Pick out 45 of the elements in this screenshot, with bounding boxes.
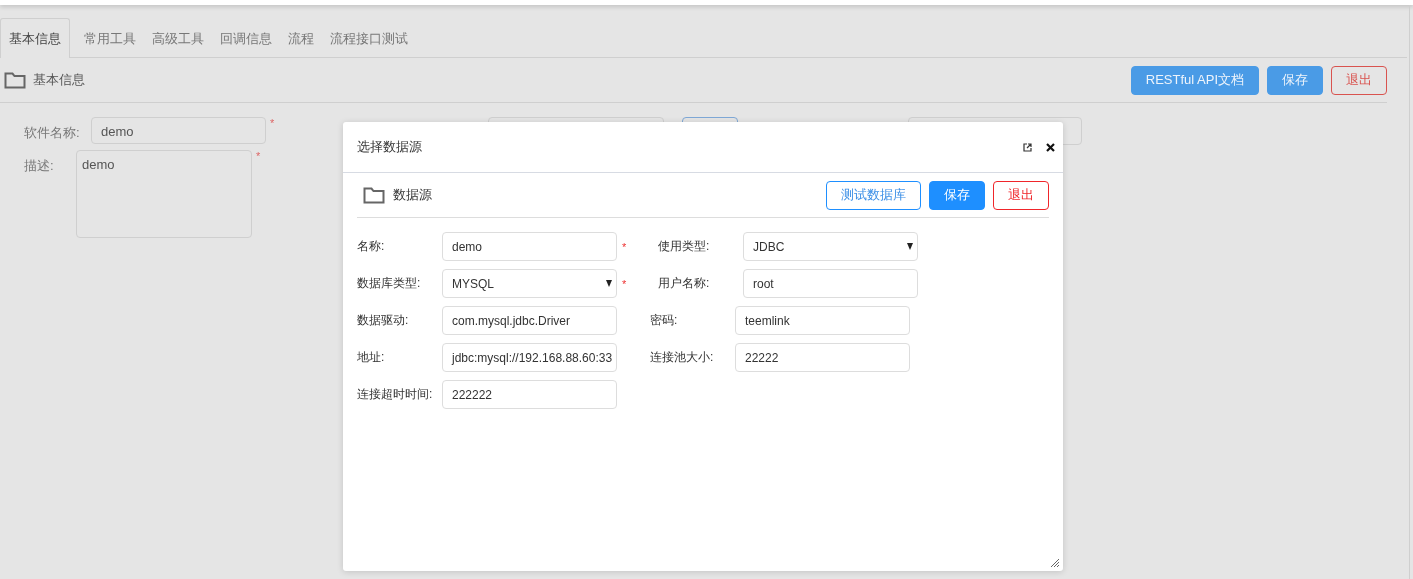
- action-button[interactable]: 保存: [929, 180, 985, 210]
- field-label: 数据驱动:: [357, 312, 410, 329]
- required-mark: *: [270, 117, 275, 129]
- field-label: 使用类型:: [658, 238, 711, 255]
- input-field[interactable]: 22222: [735, 343, 910, 372]
- input-field[interactable]: root: [743, 269, 918, 298]
- field-label: 名称:: [357, 238, 386, 255]
- field-label: 数据库类型:: [357, 275, 422, 292]
- field-label: 软件名称:: [24, 124, 81, 142]
- field-label: 密码:: [650, 312, 679, 329]
- input-field[interactable]: 222222: [442, 380, 617, 409]
- select-field[interactable]: JDBC: [743, 232, 918, 261]
- panel-title: 基本信息: [33, 71, 85, 89]
- tab[interactable]: 流程接口测试: [322, 18, 416, 58]
- dialog-title: 选择数据源: [357, 138, 422, 156]
- close-icon[interactable]: [1046, 142, 1055, 152]
- required-mark: *: [622, 277, 628, 290]
- tab[interactable]: 基本信息: [0, 18, 70, 58]
- section-title: 数据源: [393, 186, 432, 204]
- exit-button[interactable]: 退出: [1331, 65, 1387, 95]
- caret-icon: [606, 280, 612, 287]
- folder-icon: [363, 186, 385, 204]
- input-field[interactable]: com.mysql.jdbc.Driver: [442, 306, 617, 335]
- input-field[interactable]: teemlink: [735, 306, 910, 335]
- tab[interactable]: 高级工具: [144, 18, 212, 58]
- caret-icon: [907, 243, 913, 250]
- field-label: 连接超时时间:: [357, 386, 434, 403]
- select-field[interactable]: MYSQL: [442, 269, 617, 298]
- input-field[interactable]: demo: [442, 232, 617, 261]
- field-label: 用户名称:: [658, 275, 711, 292]
- field-label: 连接池大小:: [650, 349, 715, 366]
- action-button[interactable]: 测试数据库: [826, 180, 921, 210]
- required-mark: *: [256, 150, 261, 162]
- tab[interactable]: 常用工具: [76, 18, 144, 58]
- tab[interactable]: 流程: [280, 18, 322, 58]
- required-mark: *: [622, 240, 628, 253]
- textarea-field[interactable]: demo: [76, 150, 252, 238]
- field-label: 地址:: [357, 349, 386, 366]
- external-link-icon[interactable]: [1023, 142, 1032, 152]
- input-field[interactable]: jdbc:mysql://192.168.88.60:33: [442, 343, 617, 372]
- resize-handle-icon[interactable]: [1050, 558, 1060, 568]
- folder-icon: [4, 71, 26, 89]
- exit-button[interactable]: 退出: [993, 180, 1049, 210]
- tab[interactable]: 回调信息: [212, 18, 280, 58]
- input-field[interactable]: demo: [91, 117, 266, 144]
